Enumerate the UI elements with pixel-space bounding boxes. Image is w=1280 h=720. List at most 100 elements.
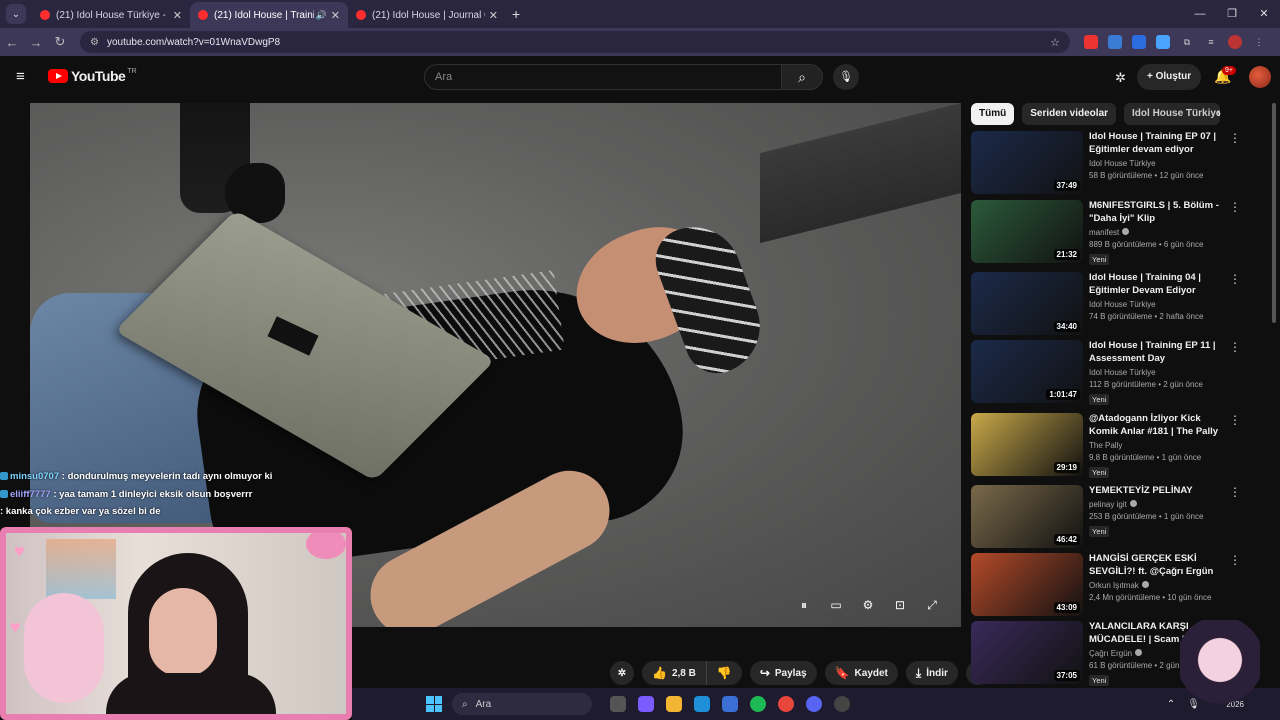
recommended-video[interactable]: 37:49 Idol House | Training EP 07 | Eğiti… [971, 130, 1241, 195]
close-tab-icon[interactable]: ✕ [331, 9, 340, 22]
video-title[interactable]: Idol House | Training 04 | Eğitimler Dev… [1089, 271, 1229, 297]
account-avatar[interactable] [1249, 66, 1271, 88]
browser-tab[interactable]: (21) Idol House | Journal 05 | G ✕ [348, 2, 506, 28]
dislike-button[interactable]: 👎 [705, 661, 742, 685]
recommended-video[interactable]: 46:42 YEMEKTEYİZ PELİNAY pelinay igit 253 B… [971, 484, 1241, 549]
share-button[interactable]: ↪ Paylaş [749, 661, 817, 685]
discord-icon[interactable] [806, 696, 822, 712]
browser-menu-icon[interactable]: ⋮ [1252, 35, 1266, 49]
extension-icon-translate[interactable] [1108, 35, 1122, 49]
more-options-icon[interactable]: ⋮ [1229, 272, 1241, 286]
browser-tab[interactable]: (21) Idol House Türkiye - YouTu ✕ [32, 2, 190, 28]
menu-icon[interactable]: ≡ [16, 69, 32, 84]
tab-audio-icon[interactable]: 🔊 [316, 10, 327, 21]
recommended-video[interactable]: 21:32 M6NIFESTGIRLS | 5. Bölüm - "Daha İy… [971, 199, 1241, 265]
task-view-icon[interactable] [610, 696, 626, 712]
pause-icon[interactable]: ⏸ [796, 598, 812, 618]
more-options-icon[interactable]: ⋮ [1229, 485, 1241, 499]
search-icon[interactable]: ⌕ [781, 64, 823, 90]
extensions-puzzle-icon[interactable]: ⧉ [1180, 35, 1194, 49]
channel-name[interactable]: Idol House Türkiye [1089, 300, 1229, 309]
like-button[interactable]: 👍 2,8 B [642, 661, 706, 685]
site-info-icon[interactable]: ⚙ [90, 37, 99, 48]
spotify-icon[interactable] [750, 696, 766, 712]
video-thumbnail[interactable]: 21:32 [971, 200, 1083, 263]
chip-channel[interactable]: Idol House Türkiye ad [1124, 103, 1221, 125]
recommended-video[interactable]: 29:19 @Atadogann İzliyor Kick Komik Anlar… [971, 412, 1241, 478]
video-thumbnail[interactable]: 34:40 [971, 272, 1083, 335]
tray-chevron-icon[interactable]: ⌃ [1167, 699, 1175, 710]
edge-icon[interactable] [694, 696, 710, 712]
fullscreen-icon[interactable]: ⤢ [924, 598, 940, 618]
maximize-button[interactable]: ❐ [1216, 0, 1248, 28]
search-input[interactable]: Ara [424, 64, 782, 90]
close-window-button[interactable]: ✕ [1248, 0, 1280, 28]
youtube-logo[interactable]: YouTube TR [48, 68, 137, 84]
settings-gear-icon[interactable]: ⚙ [860, 598, 876, 618]
channel-name[interactable]: Idol House Türkiye [1089, 368, 1229, 377]
back-button[interactable]: ← [0, 35, 24, 50]
forward-button[interactable]: → [24, 35, 48, 50]
video-title[interactable]: M6NIFESTGIRLS | 5. Bölüm - "Daha İyi" Kl… [1089, 199, 1229, 225]
chrome-icon[interactable] [778, 696, 794, 712]
more-options-icon[interactable]: ⋮ [1229, 200, 1241, 214]
file-explorer-icon[interactable] [666, 696, 682, 712]
shorts-remix-icon[interactable]: ✲ [1115, 70, 1126, 86]
subtitles-icon[interactable]: ▭ [828, 598, 844, 618]
theater-mode-icon[interactable]: ⊡ [892, 598, 908, 618]
store-icon[interactable] [722, 696, 738, 712]
video-thumbnail[interactable]: 46:42 [971, 485, 1083, 548]
reload-button[interactable]: ↻ [48, 34, 72, 50]
new-tab-button[interactable]: + [512, 6, 520, 22]
tab-search-button[interactable]: ⌄ [6, 4, 26, 24]
taskbar-search[interactable]: ⌕ Ara [452, 693, 592, 715]
microphone-icon[interactable]: 🎙 [833, 64, 859, 90]
recommended-video[interactable]: 1:01:47 Idol House | Training EP 11 | Ass… [971, 339, 1241, 405]
close-tab-icon[interactable]: ✕ [489, 9, 498, 22]
windows-start-icon[interactable] [426, 696, 442, 712]
chip-series[interactable]: Seriden videolar [1022, 103, 1117, 125]
video-thumbnail[interactable]: 29:19 [971, 413, 1083, 476]
channel-name[interactable]: Orkun Işıtmak [1089, 581, 1229, 590]
video-thumbnail[interactable]: 37:49 [971, 131, 1083, 194]
more-options-icon[interactable]: ⋮ [1229, 553, 1241, 567]
bookmark-star-icon[interactable]: ☆ [1050, 36, 1060, 49]
profile-avatar-icon[interactable] [1228, 35, 1242, 49]
browser-tab[interactable]: (21) Idol House | Training E🔊 ✕ [190, 2, 348, 28]
video-thumbnail[interactable]: 1:01:47 [971, 340, 1083, 403]
channel-name[interactable]: The Pally [1089, 441, 1229, 450]
page-scrollbar[interactable] [1272, 103, 1276, 323]
channel-name[interactable]: manifest [1089, 228, 1229, 237]
remix-icon[interactable]: ✲ [610, 661, 634, 685]
video-duration: 34:40 [1053, 321, 1080, 332]
more-options-icon[interactable]: ⋮ [1229, 340, 1241, 354]
chip-all[interactable]: Tümü [971, 103, 1015, 125]
video-thumbnail[interactable]: 37:05 [971, 621, 1083, 684]
channel-name[interactable]: pelinay igit [1089, 500, 1229, 509]
channel-name[interactable]: Idol House Türkiye [1089, 159, 1229, 168]
extension-icon-shield[interactable] [1156, 35, 1170, 49]
video-title[interactable]: HANGİSİ GERÇEK ESKİ SEVGİLİ?! ft. @Çağrı… [1089, 552, 1229, 578]
video-thumbnail[interactable]: 43:09 [971, 553, 1083, 616]
save-button[interactable]: 🔖 Kaydet [824, 661, 898, 685]
video-title[interactable]: @Atadogann İzliyor Kick Komik Anlar #181… [1089, 412, 1229, 438]
recommended-video[interactable]: 34:40 Idol House | Training 04 | Eğitimle… [971, 271, 1241, 336]
address-bar[interactable]: ⚙ youtube.com/watch?v=01WnaVDwgP8 ☆ [80, 31, 1070, 53]
download-button[interactable]: ⤓ İndir [905, 661, 958, 685]
reading-list-icon[interactable]: ≡ [1204, 35, 1218, 49]
close-tab-icon[interactable]: ✕ [173, 9, 182, 22]
bookmark-icon: 🔖 [834, 666, 850, 680]
obs-icon[interactable] [834, 696, 850, 712]
more-options-icon[interactable]: ⋮ [1229, 131, 1241, 145]
video-title[interactable]: YEMEKTEYİZ PELİNAY [1089, 484, 1229, 497]
recommended-video[interactable]: 43:09 HANGİSİ GERÇEK ESKİ SEVGİLİ?! ft. @… [971, 552, 1241, 617]
extension-icon-red[interactable] [1084, 35, 1098, 49]
video-title[interactable]: Idol House | Training EP 11 | Assessment… [1089, 339, 1229, 365]
chevron-right-icon[interactable]: › [1217, 106, 1221, 120]
create-button[interactable]: + Oluştur [1137, 64, 1202, 90]
copilot-icon[interactable] [638, 696, 654, 712]
extension-icon-blue[interactable] [1132, 35, 1146, 49]
more-options-icon[interactable]: ⋮ [1229, 413, 1241, 427]
minimize-button[interactable]: — [1184, 0, 1216, 28]
video-title[interactable]: Idol House | Training EP 07 | Eğitimler … [1089, 130, 1229, 156]
